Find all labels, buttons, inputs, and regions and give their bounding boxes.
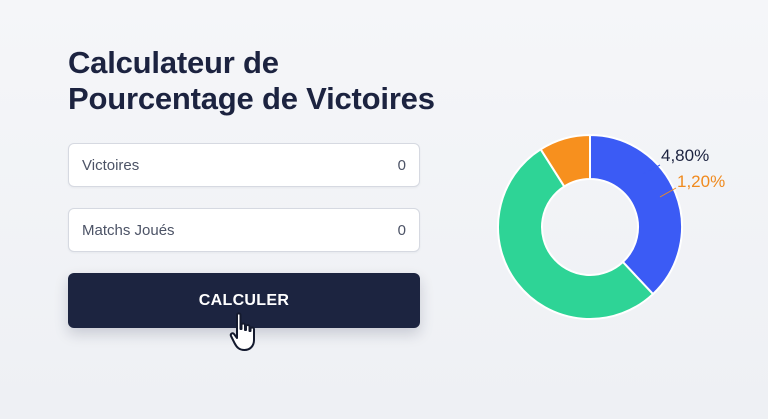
win-percentage-donut-chart	[497, 133, 683, 320]
orange-segment-label: 1,20%	[677, 172, 726, 191]
blue-segment-label: 4,80%	[661, 146, 710, 165]
